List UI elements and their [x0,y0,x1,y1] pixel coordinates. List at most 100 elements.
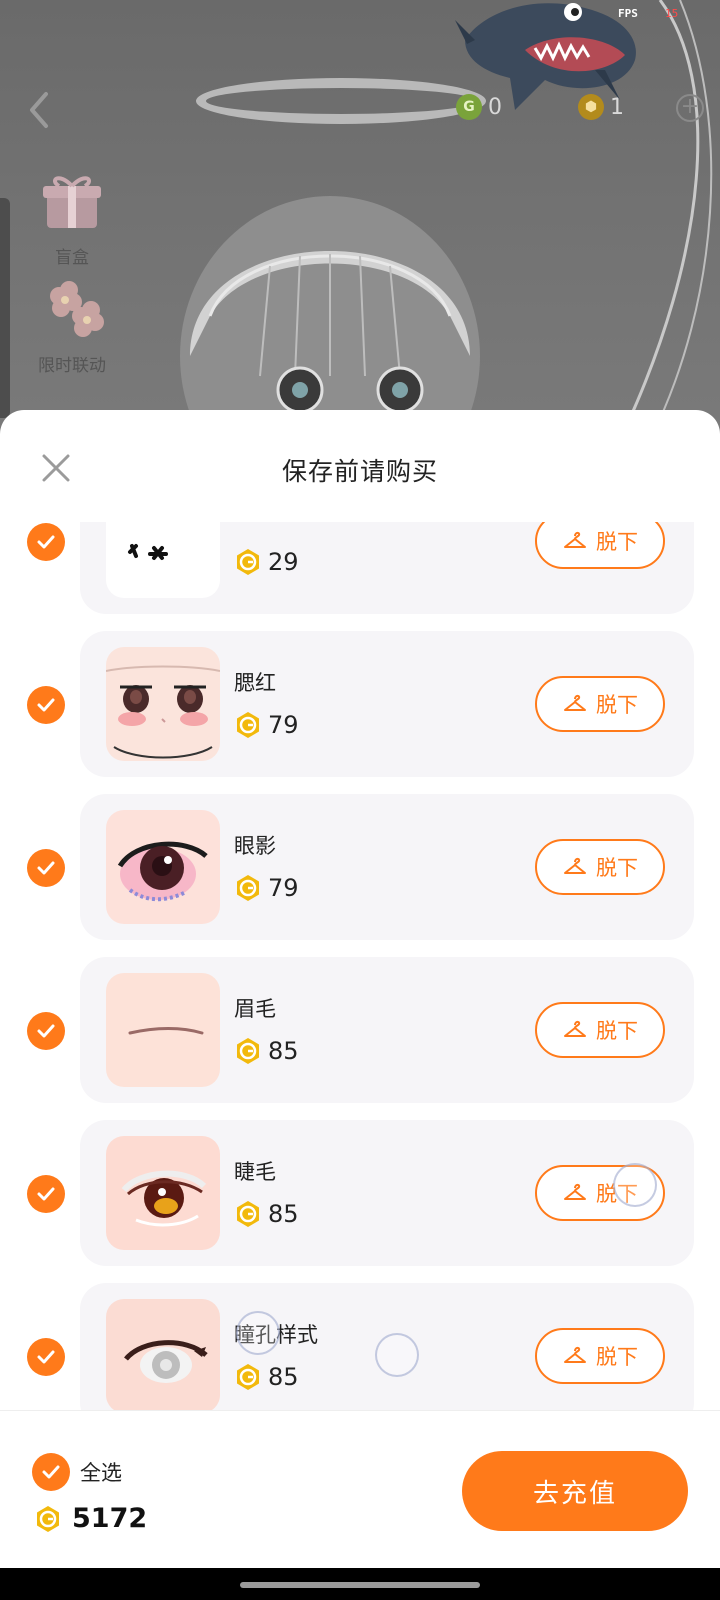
item-name: 眉毛 [234,997,276,1021]
remove-button-label: 脱下 [596,693,638,717]
list-item: 眼影 79 脱下 [0,794,720,957]
total-price: 5172 [34,1503,147,1534]
check-icon [37,861,55,875]
item-thumbnail [106,1299,220,1410]
hanger-icon [564,531,586,548]
item-list[interactable]: 29 脱下 腮红 79 脱下 眼影 79 脱下 眉毛 85 脱下 睫毛 85 脱… [0,522,720,1410]
select-all-label: 全选 [80,1461,122,1485]
home-indicator[interactable] [240,1582,480,1588]
remove-button[interactable]: 脱下 [535,1328,665,1384]
coin-icon [237,875,259,901]
back-arrow-icon[interactable] [24,90,54,130]
remove-button[interactable]: 脱下 [535,522,665,569]
checkout-footer: 全选 5172 去充值 [0,1410,720,1568]
fps-value: 15 [665,7,679,20]
item-price-value: 85 [268,1200,299,1228]
item-thumbnail [106,1136,220,1250]
hanger-icon [564,1346,586,1363]
remove-button-label: 脱下 [596,1345,638,1369]
item-thumbnail [106,810,220,924]
item-price-value: 85 [268,1037,299,1065]
coin-icon [237,1038,259,1064]
item-price: 85 [234,1363,299,1391]
sheet-title: 保存前请购买 [281,457,438,486]
side-menu-limited-collab[interactable]: 限时联动 [30,276,114,376]
item-price-value: 79 [268,711,299,739]
check-icon [37,1187,55,1201]
touch-indicator [236,1311,280,1355]
item-card: 腮红 79 脱下 [80,631,694,777]
avatar-scene: G 0 ⬢ 1 + FPS 15 盲盒 限时联动 [0,0,720,440]
side-menu-blind-box[interactable]: 盲盒 [30,168,114,268]
item-checkbox[interactable] [27,849,65,887]
recharge-button[interactable]: 去充值 [462,1451,688,1531]
item-card: 眉毛 85 脱下 [80,957,694,1103]
add-coins-icon[interactable]: + [676,94,704,122]
check-icon [37,1024,55,1038]
list-item: 眉毛 85 脱下 [0,957,720,1120]
check-icon [37,1350,55,1364]
item-name: 腮红 [234,671,276,695]
hanger-icon [564,857,586,874]
item-card: 眼影 79 脱下 [80,794,694,940]
item-checkbox[interactable] [27,523,65,561]
touch-indicator [613,1163,657,1207]
total-price-value: 5172 [72,1503,148,1534]
hanger-icon [564,1020,586,1037]
select-all-checkbox[interactable] [32,1453,70,1491]
item-price: 79 [234,711,299,739]
item-name: 眼影 [234,834,276,858]
list-item: 腮红 79 脱下 [0,631,720,794]
remove-button[interactable]: 脱下 [535,1002,665,1058]
item-card: 睫毛 85 脱下 [80,1120,694,1266]
list-item: 29 脱下 [0,522,720,631]
coin-icon [37,1505,59,1532]
item-price: 85 [234,1037,299,1065]
item-price-value: 29 [268,548,299,576]
select-all-toggle[interactable]: 全选 [32,1453,122,1491]
fps-label: FPS [618,7,638,20]
system-nav-bar [0,1568,720,1600]
purchase-sheet: 保存前请购买 29 脱下 腮红 79 脱下 眼影 79 脱下 眉毛 85 脱下 … [0,410,720,1568]
item-price: 79 [234,874,299,902]
item-thumbnail [106,973,220,1087]
item-price: 85 [234,1200,299,1228]
item-checkbox[interactable] [27,686,65,724]
item-thumbnail [106,647,220,761]
remove-button-label: 脱下 [596,1019,638,1043]
touch-indicator [375,1333,419,1377]
hanger-icon [564,694,586,711]
item-card: 29 脱下 [80,522,694,614]
remove-button[interactable]: 脱下 [535,676,665,732]
list-item: 瞳孔样式 85 脱下 [0,1283,720,1410]
remove-button-label: 脱下 [596,530,638,554]
item-price: 29 [234,548,299,576]
coin-icon [237,1201,259,1227]
side-panel-edge [0,198,10,418]
list-item: 睫毛 85 脱下 [0,1120,720,1283]
coin-icon [237,1364,259,1390]
item-price-value: 79 [268,874,299,902]
sheet-header: 保存前请购买 [0,410,720,522]
hanger-icon [564,1183,586,1200]
item-checkbox[interactable] [27,1338,65,1376]
item-price-value: 85 [268,1363,299,1391]
coin-icon [237,549,259,575]
item-name: 睫毛 [234,1160,276,1184]
item-checkbox[interactable] [27,1175,65,1213]
check-icon [37,698,55,712]
shark-mascot-icon [455,3,636,111]
side-menu-label: 限时联动 [38,356,106,376]
gift-box-icon [43,176,101,228]
avatar-model [180,196,480,440]
coin-icon [237,712,259,738]
remove-button[interactable]: 脱下 [535,839,665,895]
check-icon [42,1465,60,1479]
item-thumbnail [106,522,220,598]
side-menu-label: 盲盒 [55,248,89,268]
flower-icon [50,281,104,337]
item-checkbox[interactable] [27,1012,65,1050]
remove-button-label: 脱下 [596,856,638,880]
avatar-halo [196,78,486,124]
check-icon [37,535,55,549]
